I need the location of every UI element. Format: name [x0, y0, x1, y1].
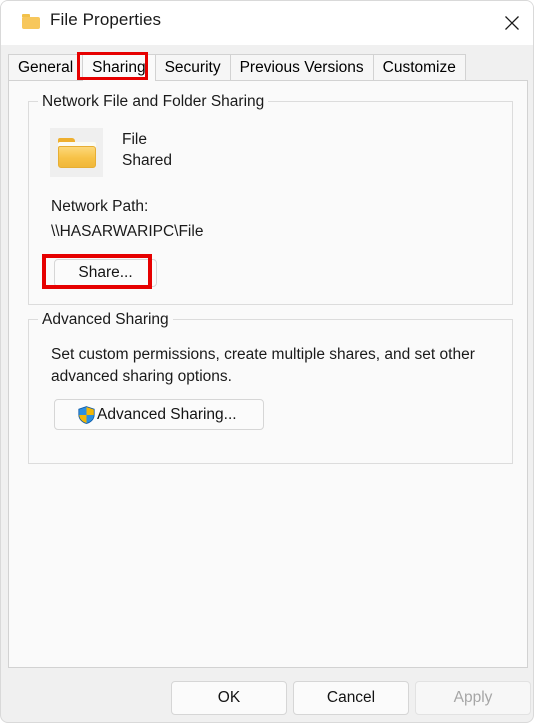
tab-security[interactable]: Security	[154, 54, 231, 81]
dialog-action-bar: OK Cancel Apply	[1, 681, 533, 717]
window-title: File Properties	[50, 10, 162, 29]
tab-customize[interactable]: Customize	[372, 54, 466, 81]
advanced-sharing-group: Advanced Sharing Set custom permissions,…	[28, 311, 513, 464]
tab-general[interactable]: General	[8, 54, 84, 81]
share-folder-thumbnail	[50, 128, 103, 177]
network-path-label: Network Path:	[51, 198, 149, 215]
tab-previous-versions-label: Previous Versions	[239, 59, 364, 76]
cancel-button[interactable]: Cancel	[293, 681, 409, 715]
titlebar: File Properties	[1, 1, 533, 45]
close-icon[interactable]	[488, 1, 533, 45]
tab-customize-label: Customize	[382, 59, 456, 76]
folder-icon	[22, 14, 40, 29]
advanced-sharing-button-label: Advanced Sharing...	[97, 405, 237, 423]
ok-button[interactable]: OK	[171, 681, 287, 715]
file-properties-dialog: File Properties General Sharing Security…	[0, 0, 534, 723]
cancel-button-label: Cancel	[326, 689, 376, 706]
advanced-sharing-description: Set custom permissions, create multiple …	[51, 346, 475, 385]
advanced-sharing-group-legend: Advanced Sharing	[38, 311, 173, 329]
advanced-sharing-button[interactable]: Advanced Sharing...	[54, 399, 264, 430]
share-button[interactable]: Share...	[54, 259, 157, 287]
folder-icon	[58, 138, 96, 168]
share-name: File	[122, 131, 147, 148]
apply-button: Apply	[415, 681, 531, 715]
ok-button-label: OK	[217, 689, 241, 706]
apply-button-label: Apply	[453, 689, 493, 706]
uac-shield-icon	[78, 405, 95, 424]
network-path-value: \\HASARWARIPC\File	[51, 223, 204, 240]
tab-sharing[interactable]: Sharing	[82, 54, 156, 81]
network-sharing-group-legend: Network File and Folder Sharing	[38, 93, 269, 111]
network-sharing-group: Network File and Folder Sharing File Sha…	[28, 93, 513, 305]
tab-previous-versions[interactable]: Previous Versions	[229, 54, 374, 81]
sharing-tab-panel: Network File and Folder Sharing File Sha…	[8, 80, 528, 668]
tab-general-label: General	[18, 59, 74, 76]
tab-strip: General Sharing Security Previous Versio…	[1, 45, 533, 81]
share-status: Shared	[122, 152, 172, 169]
tab-sharing-label: Sharing	[92, 59, 146, 76]
share-button-label: Share...	[78, 264, 133, 281]
tab-security-label: Security	[164, 59, 221, 76]
